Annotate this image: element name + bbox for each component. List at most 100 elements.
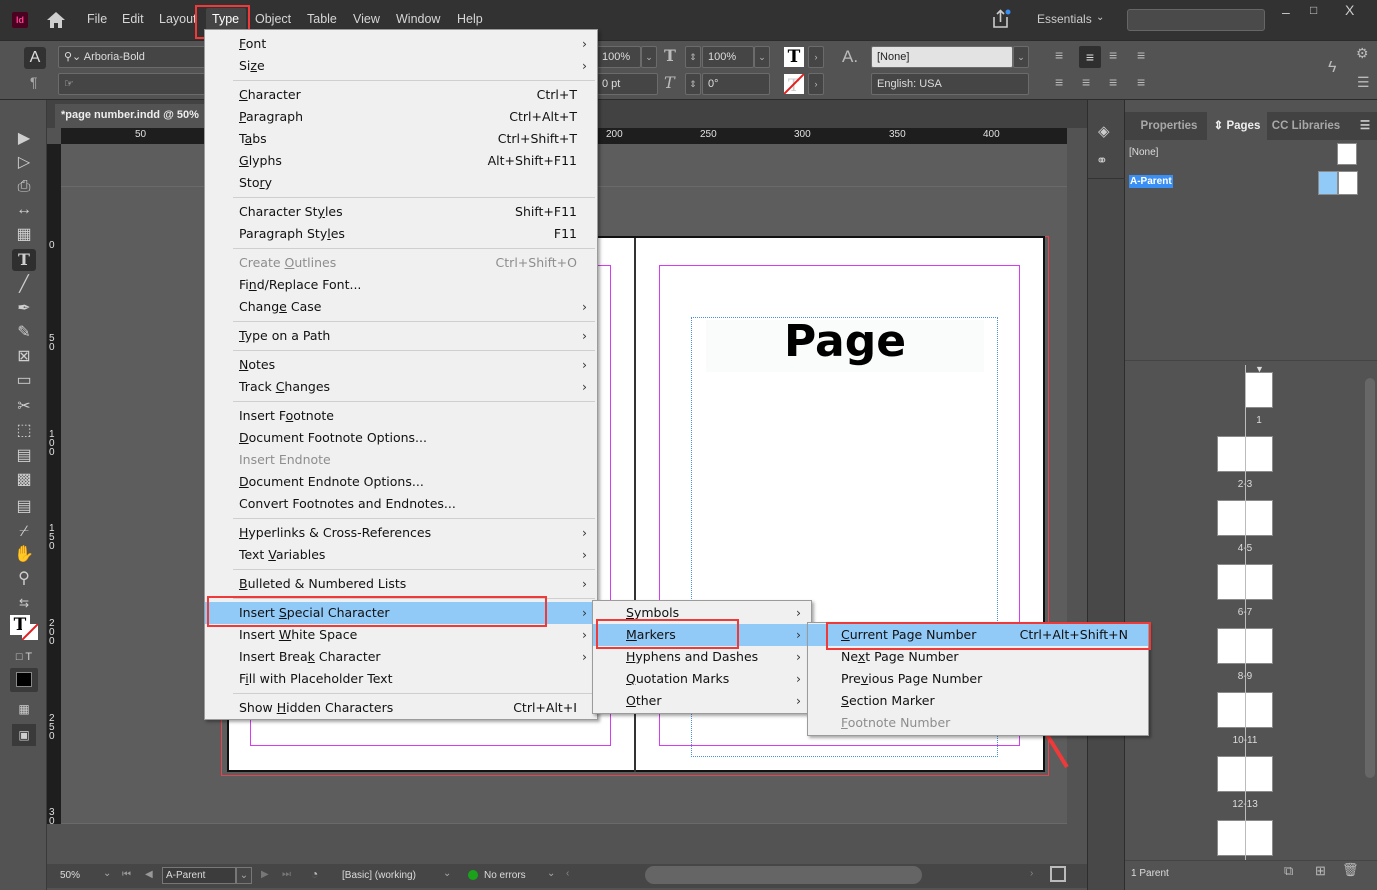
previous-page-icon[interactable]: ◀ xyxy=(145,869,153,880)
baseline-shift-field[interactable]: 0 pt xyxy=(596,73,658,95)
menu-item-change-case[interactable]: Change Case › xyxy=(205,296,597,318)
line-tool-icon[interactable]: ╱ xyxy=(12,274,36,296)
menu-help[interactable]: Help xyxy=(457,12,483,26)
justify-center-icon[interactable]: ≡ xyxy=(1082,74,1090,90)
menu-item-bulleted-numbered-lists[interactable]: Bulleted & Numbered Lists › xyxy=(205,573,597,595)
eyedropper-tool-icon[interactable]: ⌿ xyxy=(12,521,36,543)
vertical-scale-dropdown[interactable]: ⌄ xyxy=(641,46,657,68)
horizontal-scale-field[interactable]: 100% xyxy=(702,46,754,68)
page-tool-icon[interactable]: ⎙ xyxy=(12,176,36,198)
document-tab[interactable]: *page number.indd @ 50% xyxy=(55,104,215,128)
preview-mode-icon[interactable]: ▣ xyxy=(12,724,36,746)
font-style-field[interactable]: ☞ xyxy=(58,73,206,95)
page-dropdown-icon[interactable]: ⌄ xyxy=(236,867,252,884)
last-page-icon[interactable]: ⏭ xyxy=(282,869,291,880)
justify-all-icon[interactable]: ≡ xyxy=(1137,74,1145,90)
swap-fill-stroke-icon[interactable]: ⇆ xyxy=(12,592,36,614)
page-heading-text[interactable]: Page xyxy=(700,312,990,372)
language-field[interactable]: English: USA xyxy=(871,73,1029,95)
workspace-chevron-icon[interactable]: ⌄ xyxy=(1096,12,1104,23)
menu-item-text-variables[interactable]: Text Variables › xyxy=(205,544,597,566)
menu-window[interactable]: Window xyxy=(396,12,440,26)
vertical-scale-field[interactable]: 100% xyxy=(596,46,641,68)
justify-right-icon[interactable]: ≡ xyxy=(1109,74,1117,90)
panel-menu-icon[interactable]: ☰ xyxy=(1357,74,1370,91)
zoom-dropdown-icon[interactable]: ⌄ xyxy=(103,868,111,879)
tab-pages[interactable]: ⇕ Pages xyxy=(1207,112,1267,140)
zoom-level[interactable]: 50% xyxy=(60,870,80,881)
quick-actions-icon[interactable]: ϟ xyxy=(1328,59,1336,77)
parent-none-thumbnail[interactable] xyxy=(1337,143,1357,165)
menu-item-document-footnote-options[interactable]: Document Footnote Options... xyxy=(205,427,597,449)
menu-item-character[interactable]: Character Ctrl+T xyxy=(205,84,597,106)
apply-color-button[interactable] xyxy=(10,668,38,692)
new-page-icon[interactable]: ⊞ xyxy=(1315,863,1326,879)
hand-tool-icon[interactable]: ✋ xyxy=(12,544,36,566)
menu-item-quotation-marks[interactable]: Quotation Marks › xyxy=(593,668,811,690)
character-controls-icon[interactable]: A xyxy=(24,47,46,69)
gradient-feather-tool-icon[interactable]: ▩ xyxy=(12,469,36,491)
skew-stepper[interactable]: ⇕ xyxy=(685,73,701,95)
selection-tool-icon[interactable]: ▶ xyxy=(12,128,36,150)
menu-item-section-marker[interactable]: Section Marker xyxy=(808,690,1148,712)
menu-item-find-replace-font[interactable]: Find/Replace Font... xyxy=(205,274,597,296)
a-parent-right-thumbnail[interactable] xyxy=(1338,171,1358,195)
menu-item-tabs[interactable]: Tabs Ctrl+Shift+T xyxy=(205,128,597,150)
direct-selection-tool-icon[interactable]: ▷ xyxy=(12,152,36,174)
edit-page-size-icon[interactable]: ⧉ xyxy=(1284,863,1293,879)
align-right-icon[interactable]: ≡ xyxy=(1109,47,1117,63)
page-selector[interactable]: A-Parent xyxy=(162,867,236,884)
next-page-icon[interactable]: ▶ xyxy=(261,869,269,880)
free-transform-tool-icon[interactable]: ⬚ xyxy=(12,420,36,442)
note-tool-icon[interactable]: ▤ xyxy=(12,496,36,518)
pencil-tool-icon[interactable]: ✎ xyxy=(12,322,36,344)
menu-item-character-styles[interactable]: Character Styles Shift+F11 xyxy=(205,201,597,223)
content-collector-icon[interactable]: ▦ xyxy=(12,224,36,246)
open-document-icon[interactable]: ◔ xyxy=(311,867,318,881)
screen-mode-icon[interactable]: ▦ xyxy=(12,698,36,720)
menu-layout[interactable]: Layout xyxy=(159,12,197,26)
workspace-switcher[interactable]: Essentials xyxy=(1037,12,1092,26)
menu-item-hyperlinks-cross-references[interactable]: Hyperlinks & Cross-References › xyxy=(205,522,597,544)
search-input[interactable] xyxy=(1127,9,1265,31)
menu-object[interactable]: Object xyxy=(255,12,291,26)
vertical-ruler[interactable]: 0 50 100 150 200 250 300 xyxy=(47,144,61,824)
pen-tool-icon[interactable]: ✒ xyxy=(12,298,36,320)
menu-edit[interactable]: Edit xyxy=(122,12,144,26)
menu-item-convert-footnotes-and-endnotes[interactable]: Convert Footnotes and Endnotes... xyxy=(205,493,597,515)
menu-item-previous-page-number[interactable]: Previous Page Number xyxy=(808,668,1148,690)
errors-dropdown-icon[interactable]: ⌄ xyxy=(547,868,555,879)
maximize-icon[interactable]: □ xyxy=(1310,3,1317,17)
minimize-icon[interactable]: – xyxy=(1282,4,1290,20)
first-page-icon[interactable]: ⏮ xyxy=(122,869,131,880)
layers-icon[interactable]: ◈ xyxy=(1098,122,1110,140)
horizontal-scrollbar-thumb[interactable] xyxy=(645,866,922,884)
horizontal-scale-dropdown[interactable]: ⌄ xyxy=(754,46,770,68)
menu-item-insert-break-character[interactable]: Insert Break Character › xyxy=(205,646,597,668)
paragraph-controls-icon[interactable]: ¶ xyxy=(30,74,38,90)
menu-item-story[interactable]: Story xyxy=(205,172,597,194)
preflight-profile[interactable]: [Basic] (working) xyxy=(342,870,416,881)
menu-item-hyphens-and-dashes[interactable]: Hyphens and Dashes › xyxy=(593,646,811,668)
menu-item-size[interactable]: Size › xyxy=(205,55,597,77)
menu-item-font[interactable]: Font › xyxy=(205,33,597,55)
menu-file[interactable]: File xyxy=(87,12,107,26)
delete-page-icon[interactable]: 🗑 xyxy=(1342,862,1359,878)
a-parent-left-thumbnail[interactable] xyxy=(1318,171,1338,195)
menu-item-paragraph[interactable]: Paragraph Ctrl+Alt+T xyxy=(205,106,597,128)
formatting-affects-text-icon[interactable]: □ T xyxy=(12,646,36,668)
rectangle-tool-icon[interactable]: ▭ xyxy=(12,370,36,392)
settings-gear-icon[interactable]: ⚙ xyxy=(1356,45,1369,62)
align-center-icon[interactable]: ≡ xyxy=(1079,46,1101,68)
split-window-icon[interactable] xyxy=(1050,866,1066,882)
menu-item-track-changes[interactable]: Track Changes › xyxy=(205,376,597,398)
preflight-errors[interactable]: No errors xyxy=(484,870,526,881)
character-style-field[interactable]: [None] xyxy=(871,46,1013,68)
zoom-tool-icon[interactable]: ⚲ xyxy=(12,568,36,590)
panel-menu-icon[interactable]: ☰ xyxy=(1353,112,1377,140)
gap-tool-icon[interactable]: ↔ xyxy=(12,199,36,221)
stroke-swatch-menu[interactable]: › xyxy=(808,73,824,95)
type-tool-icon[interactable]: T xyxy=(12,249,36,271)
share-icon[interactable] xyxy=(990,8,1012,30)
font-family-field[interactable]: ⚲⌄ Arboria-Bold xyxy=(58,46,206,68)
